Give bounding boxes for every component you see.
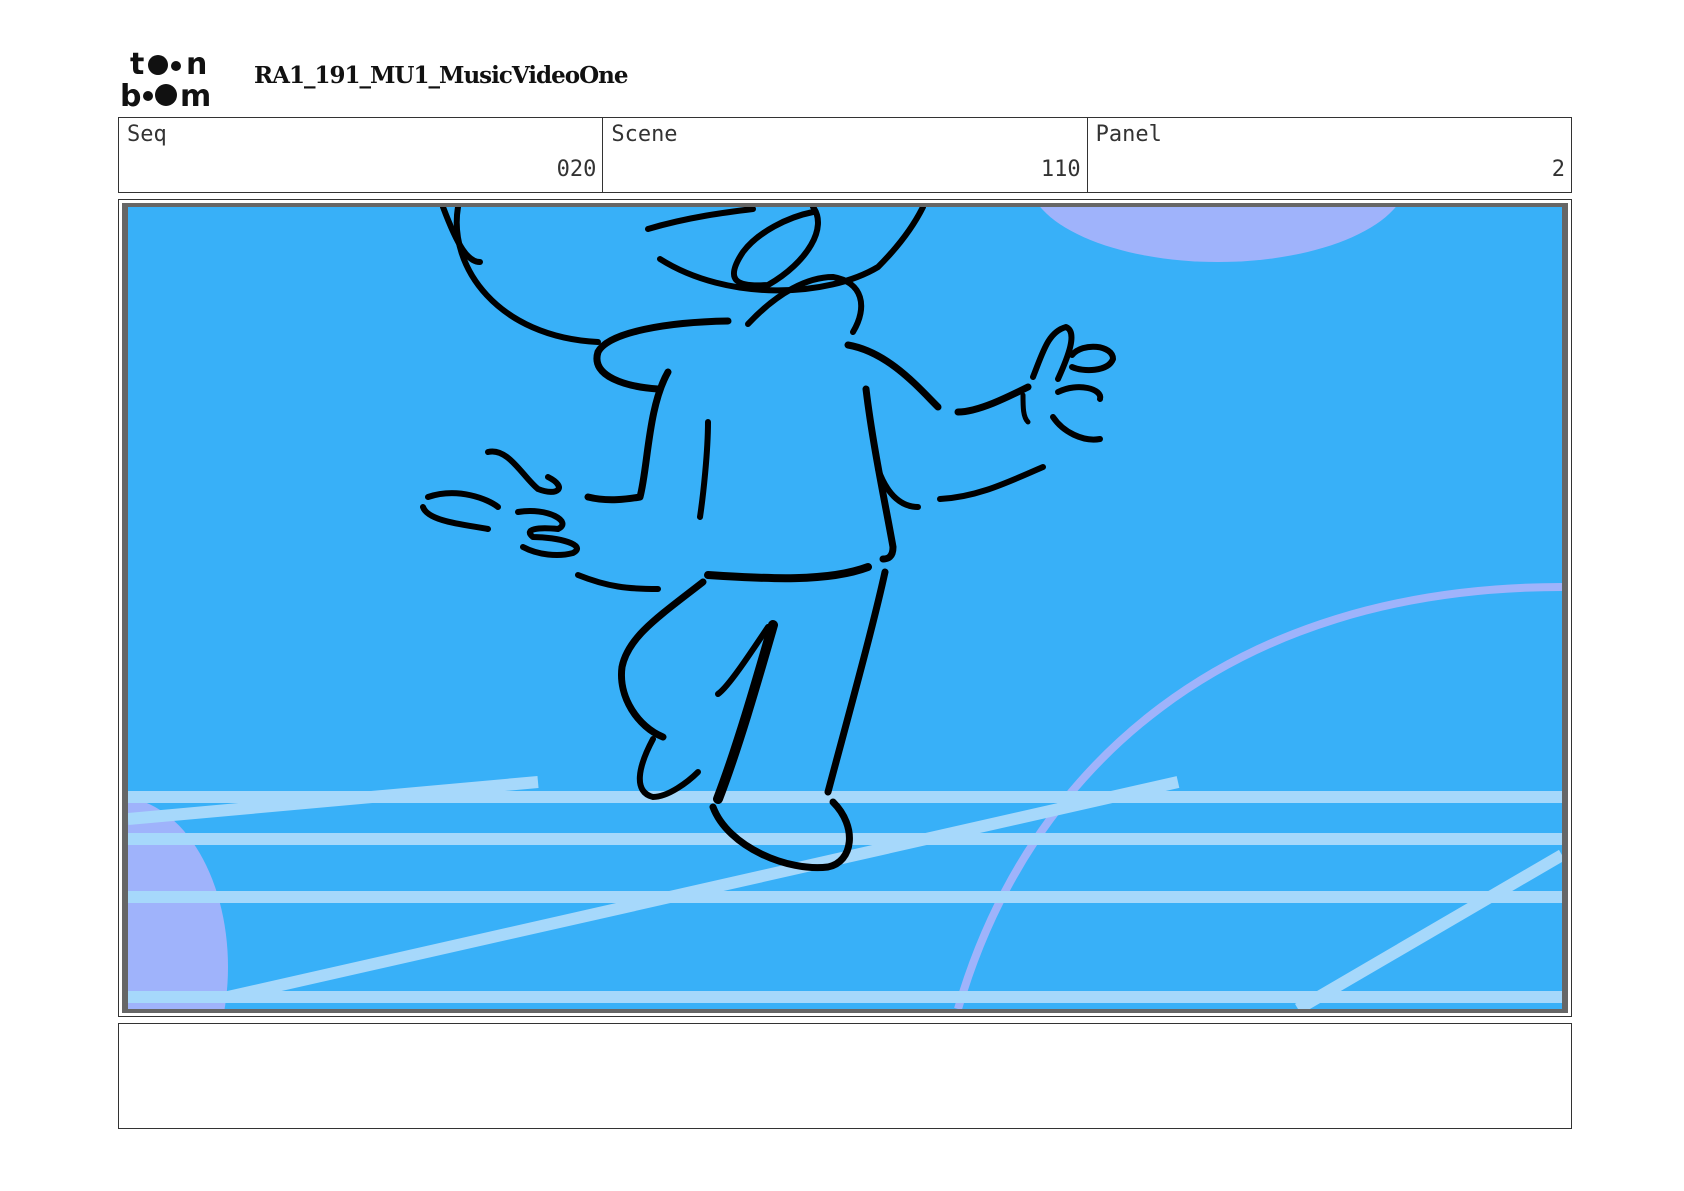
storyboard-drawing xyxy=(128,207,1562,1009)
panel-value: 2 xyxy=(1551,157,1565,182)
svg-text:t: t xyxy=(130,48,144,82)
panel-notes-box xyxy=(118,1023,1572,1129)
svg-text:b: b xyxy=(120,79,141,110)
scene-label: Scene xyxy=(611,122,678,147)
panel-cell: Panel 2 xyxy=(1088,118,1571,192)
svg-text:m: m xyxy=(180,79,211,110)
toon-boom-logo-icon: t n b m xyxy=(120,47,211,114)
project-title: RA1_191_MU1_MusicVideoOne xyxy=(254,62,628,89)
svg-text:n: n xyxy=(186,48,207,82)
panel-label: Panel xyxy=(1095,122,1162,147)
sky-background xyxy=(128,207,1562,1009)
seq-label: Seq xyxy=(127,122,167,147)
storyboard-panel-image xyxy=(122,203,1568,1013)
seq-cell: Seq 020 xyxy=(119,118,604,192)
panel-info-table: Seq 020 Scene 110 Panel 2 xyxy=(118,117,1572,193)
scene-cell: Scene 110 xyxy=(603,118,1088,192)
seq-value: 020 xyxy=(556,157,597,182)
toon-boom-logo: t n b m xyxy=(120,47,232,114)
scene-value: 110 xyxy=(1040,157,1081,182)
